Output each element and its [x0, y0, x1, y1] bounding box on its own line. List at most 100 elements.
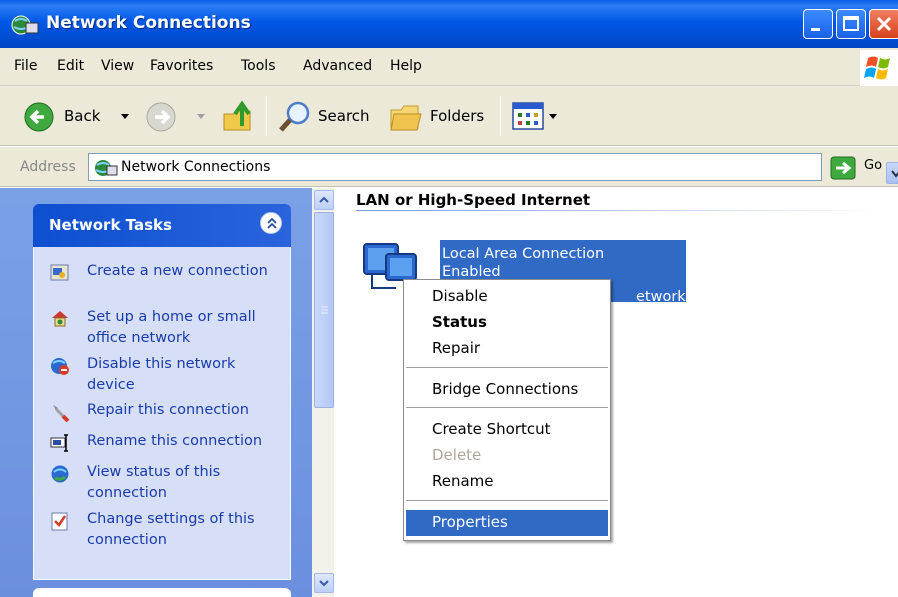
repair-icon — [53, 405, 70, 422]
context-status[interactable]: Status — [406, 310, 608, 336]
context-item-label: Disable — [432, 287, 488, 305]
address-bar: Address Network Connections Go — [0, 147, 898, 187]
back-dropdown-icon[interactable] — [120, 113, 130, 121]
new-connection-icon — [50, 264, 69, 281]
close-button[interactable] — [869, 9, 898, 39]
up-folder-button[interactable] — [218, 86, 260, 146]
menu-advanced[interactable]: Advanced — [303, 58, 372, 74]
collapse-button[interactable] — [260, 212, 282, 234]
go-button[interactable]: Go — [828, 155, 898, 181]
context-rename[interactable]: Rename — [406, 469, 608, 495]
up-folder-icon — [223, 100, 251, 131]
menu-help[interactable]: Help — [390, 58, 422, 74]
task-pane: Network Tasks Create a new connection Se… — [0, 188, 312, 597]
scroll-down-button[interactable] — [314, 573, 334, 593]
minimize-icon — [811, 28, 820, 31]
toolbar-separator — [266, 96, 267, 136]
task-label: Disable this network device — [87, 356, 236, 393]
window-title: Network Connections — [46, 13, 251, 33]
connection-device: etwork ... — [636, 289, 705, 305]
maximize-button[interactable] — [836, 9, 866, 39]
menu-edit[interactable]: Edit — [57, 58, 84, 74]
search-button[interactable]: Search — [274, 86, 374, 146]
back-label: Back — [64, 107, 101, 125]
windows-logo-icon — [860, 50, 898, 86]
task-label: Repair this connection — [87, 402, 249, 418]
views-dropdown-icon — [549, 114, 557, 119]
context-create-shortcut[interactable]: Create Shortcut — [406, 417, 608, 443]
menu-favorites[interactable]: Favorites — [150, 58, 213, 74]
address-value: Network Connections — [121, 159, 271, 175]
task-label: View status of this connection — [87, 464, 221, 501]
close-icon — [876, 16, 892, 32]
scroll-thumb[interactable] — [314, 212, 334, 408]
scroll-up-button[interactable] — [314, 190, 334, 210]
context-separator — [406, 407, 608, 408]
context-item-label: Status — [432, 313, 487, 331]
settings-icon — [51, 512, 68, 531]
rename-icon — [50, 434, 68, 452]
context-item-label: Rename — [432, 472, 494, 490]
network-tasks-list: Create a new connection Set up a home or… — [33, 247, 291, 580]
context-separator — [406, 367, 608, 368]
chevron-up-double-icon — [267, 217, 277, 229]
home-network-icon — [52, 311, 68, 327]
folders-icon — [390, 105, 422, 131]
toolbar: Back Search Folders — [0, 86, 898, 146]
forward-arrow-icon — [146, 102, 176, 132]
network-tasks-title: Network Tasks — [49, 216, 172, 234]
group-divider — [356, 210, 886, 211]
network-tasks-header[interactable]: Network Tasks — [33, 204, 291, 247]
go-label: Go — [864, 158, 883, 173]
menu-view[interactable]: View — [101, 58, 134, 74]
context-bridge-connections[interactable]: Bridge Connections — [406, 377, 608, 403]
context-item-label: Delete — [432, 446, 482, 464]
address-label: Address — [20, 159, 76, 175]
network-connections-icon — [95, 160, 118, 176]
chevron-down-icon — [319, 580, 329, 587]
context-separator — [406, 500, 608, 501]
views-grid-icon — [512, 102, 544, 130]
context-item-label: Properties — [432, 513, 508, 531]
search-icon — [279, 101, 310, 132]
chevron-up-icon — [319, 196, 329, 203]
forward-dropdown-icon — [197, 114, 205, 119]
context-repair[interactable]: Repair — [406, 336, 608, 362]
search-label: Search — [318, 107, 370, 125]
context-item-label: Bridge Connections — [432, 380, 579, 398]
group-title: LAN or High-Speed Internet — [356, 191, 591, 209]
minimize-button[interactable] — [803, 9, 833, 39]
context-item-label: Repair — [432, 339, 481, 357]
vertical-scrollbar[interactable] — [312, 188, 334, 597]
task-label: Change settings of this connection — [87, 511, 255, 548]
task-label: Create a new connection — [87, 263, 268, 279]
task-label: Set up a home or small office network — [87, 309, 256, 346]
context-properties[interactable]: Properties — [406, 510, 608, 536]
grip-icon — [321, 306, 328, 314]
status-icon — [51, 465, 69, 483]
disable-device-icon — [51, 358, 69, 375]
folders-label: Folders — [430, 107, 485, 125]
back-button[interactable]: Back — [18, 86, 136, 146]
title-bar[interactable]: Network Connections — [0, 0, 898, 48]
connection-name[interactable]: Local Area Connection — [442, 246, 604, 262]
back-arrow-icon — [24, 102, 54, 132]
context-item-label: Create Shortcut — [432, 420, 551, 438]
go-arrow-icon — [830, 156, 856, 180]
views-button[interactable] — [508, 86, 566, 146]
other-places-panel-header[interactable] — [33, 588, 291, 597]
context-disable[interactable]: Disable — [406, 284, 608, 310]
connection-status: Enabled — [442, 264, 501, 280]
menu-file[interactable]: File — [14, 58, 37, 74]
context-menu: Disable Status Repair Bridge Connections… — [403, 279, 611, 541]
maximize-icon — [843, 16, 859, 31]
folders-button[interactable]: Folders — [384, 86, 492, 146]
context-delete: Delete — [406, 443, 608, 469]
forward-button[interactable] — [144, 86, 208, 146]
toolbar-separator — [500, 96, 501, 136]
task-label: Rename this connection — [87, 433, 263, 449]
network-connections-icon — [11, 15, 39, 35]
menu-tools[interactable]: Tools — [241, 58, 276, 74]
menu-bar: File Edit View Favorites Tools Advanced … — [0, 48, 898, 86]
address-input[interactable]: Network Connections — [88, 153, 898, 184]
